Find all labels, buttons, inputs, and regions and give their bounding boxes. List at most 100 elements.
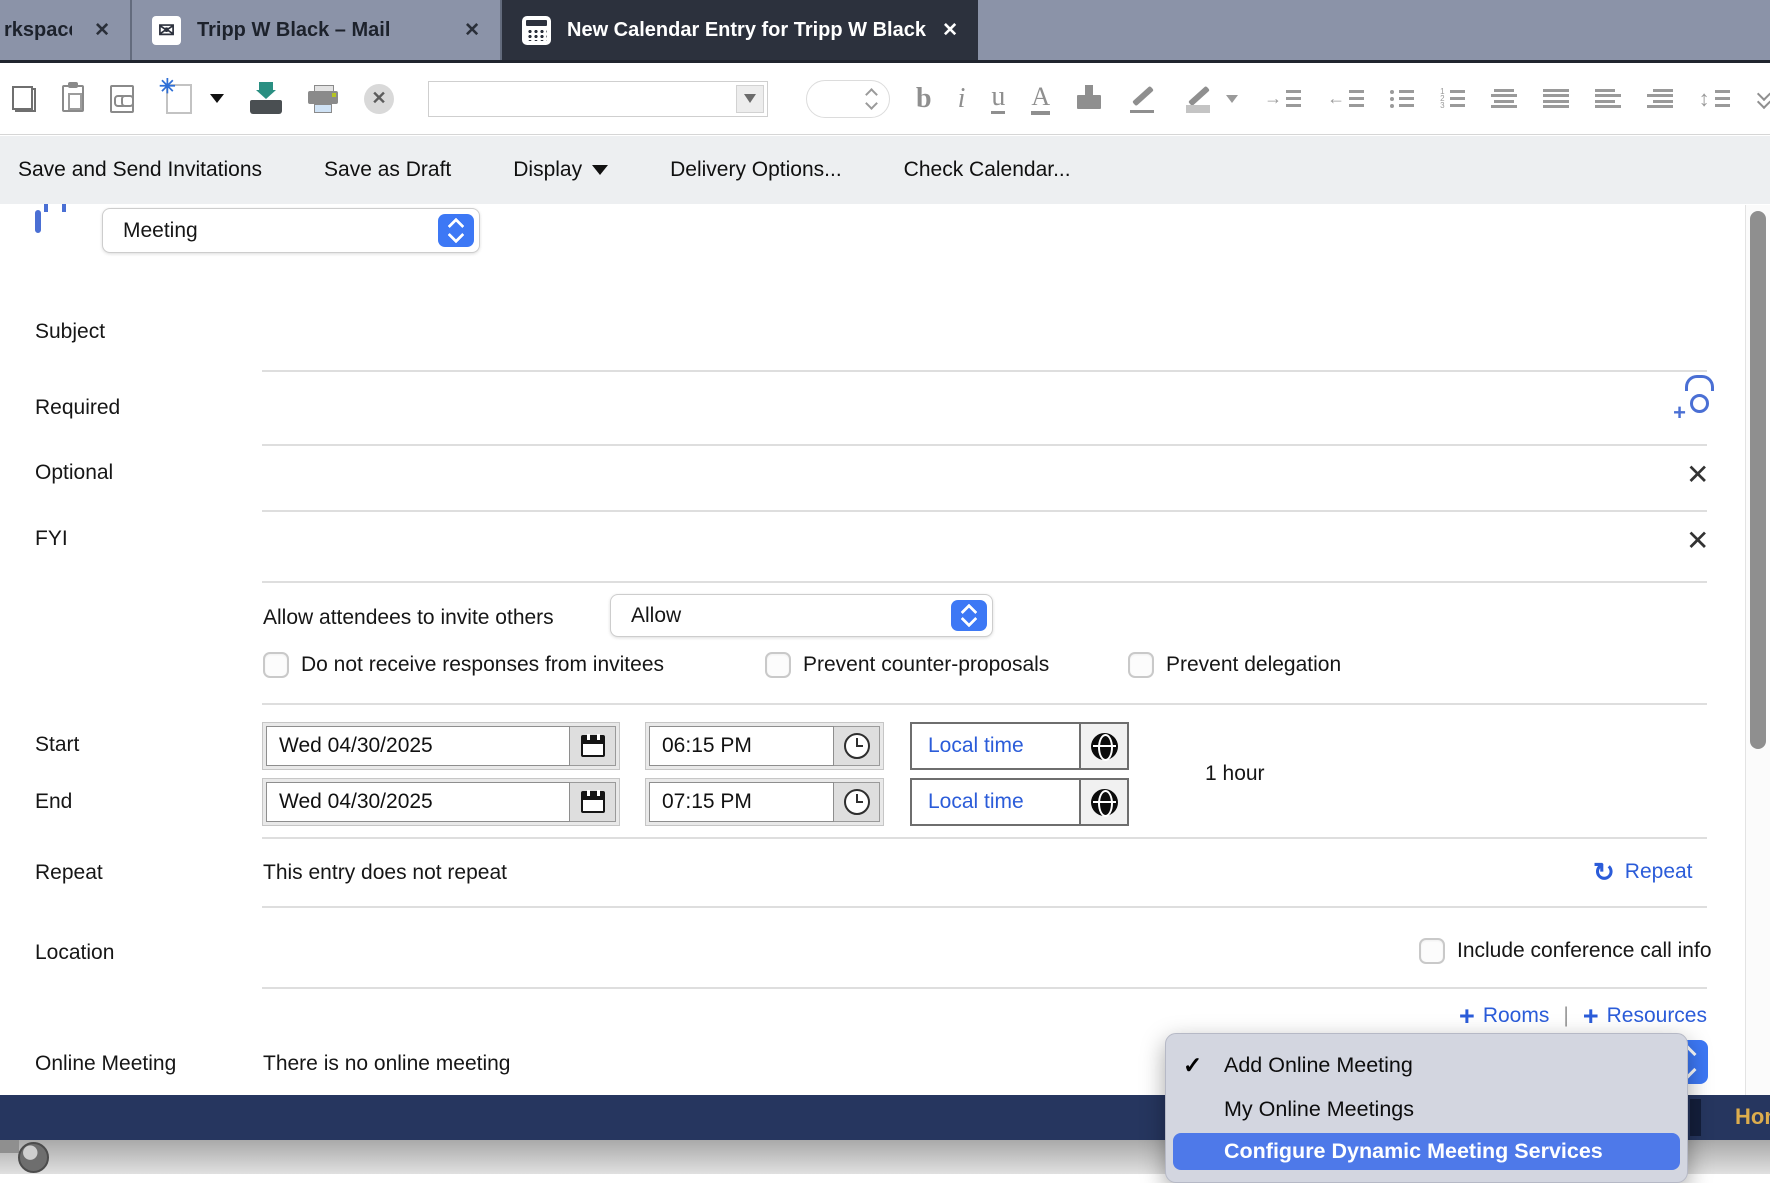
start-date-input[interactable]: Wed 04/30/2025 (266, 726, 570, 766)
fyi-label: FYI (35, 527, 68, 551)
home-link[interactable]: Hom (1735, 1104, 1770, 1130)
resources-label: Resources (1607, 1004, 1707, 1028)
save-as-draft-button[interactable]: Save as Draft (324, 158, 451, 182)
end-date-input[interactable]: Wed 04/30/2025 (266, 782, 570, 822)
online-meeting-popup-menu: ✓ Add Online Meeting My Online Meetings … (1165, 1033, 1688, 1183)
clear-fyi-icon[interactable]: ✕ (1686, 527, 1709, 555)
no-responses-checkbox[interactable] (263, 652, 289, 678)
entry-type-select[interactable]: Meeting (102, 208, 480, 253)
align-center-icon[interactable] (1491, 89, 1517, 109)
underline-icon[interactable]: u (991, 83, 1005, 114)
no-responses-label: Do not receive responses from invitees (301, 653, 664, 677)
start-label: Start (35, 733, 79, 757)
time-picker-icon[interactable] (834, 782, 880, 822)
optional-attendees-input[interactable] (262, 446, 1662, 510)
vertical-scrollbar[interactable] (1745, 205, 1770, 1095)
date-picker-icon[interactable] (570, 726, 616, 766)
save-and-send-button[interactable]: Save and Send Invitations (18, 158, 262, 182)
conference-call-label: Include conference call info (1457, 939, 1712, 963)
clear-optional-icon[interactable]: ✕ (1686, 461, 1709, 489)
date-picker-icon[interactable] (570, 782, 616, 822)
select-stepper-icon[interactable] (438, 214, 474, 247)
display-menu-button[interactable]: Display (513, 158, 608, 182)
fyi-attendees-input[interactable] (262, 512, 1662, 580)
end-timezone-value[interactable]: Local time (912, 780, 1079, 824)
pen-icon[interactable] (1128, 85, 1158, 113)
outdent-icon[interactable]: ← (1327, 88, 1364, 109)
end-time-group: 07:15 PM (645, 778, 884, 826)
online-meeting-label: Online Meeting (35, 1052, 176, 1076)
select-stepper-icon[interactable] (951, 600, 987, 631)
subject-input[interactable] (262, 300, 1707, 370)
plus-icon: + (1583, 1006, 1599, 1026)
divider (262, 837, 1707, 839)
new-document-dropdown-icon[interactable] (210, 94, 224, 103)
new-document-icon[interactable]: ✳ (166, 84, 192, 114)
prevent-counter-checkbox[interactable] (765, 652, 791, 678)
close-icon[interactable]: ✕ (94, 19, 110, 42)
close-icon[interactable]: ✕ (942, 19, 958, 42)
indent-icon[interactable]: → (1264, 88, 1301, 109)
bold-icon[interactable]: b (916, 85, 932, 113)
copy-icon[interactable] (12, 86, 36, 112)
tab-mail[interactable]: ✉ Tripp W Black – Mail ✕ (132, 0, 502, 60)
scrollbar-thumb[interactable] (1750, 211, 1766, 749)
font-name-combobox[interactable] (428, 81, 768, 117)
prevent-delegation-option: Prevent delegation (1128, 652, 1341, 678)
text-color-icon[interactable]: A (1031, 83, 1050, 115)
network-globe-icon[interactable] (18, 1142, 49, 1173)
tab-workspace[interactable]: rkspace ✕ (0, 0, 132, 60)
highlighter-dropdown-icon[interactable] (1226, 95, 1238, 103)
align-left-icon[interactable] (1595, 89, 1621, 109)
delete-icon[interactable]: ✕ (364, 84, 394, 114)
invite-others-select[interactable]: Allow (610, 594, 993, 637)
tab-new-calendar-entry[interactable]: New Calendar Entry for Tripp W Black ✕ (502, 0, 978, 60)
optional-label: Optional (35, 461, 113, 485)
delivery-options-label: Delivery Options... (670, 158, 842, 182)
bullet-list-icon[interactable] (1390, 90, 1414, 108)
line-spacing-icon[interactable]: ↕ (1699, 86, 1730, 112)
status-bar-stub (0, 1140, 19, 1153)
numbered-list-icon[interactable]: 1 2 3 (1440, 88, 1464, 109)
font-size-stepper[interactable] (806, 80, 890, 118)
form-action-bar: Save and Send Invitations Save as Draft … (0, 136, 1770, 204)
check-calendar-button[interactable]: Check Calendar... (904, 158, 1071, 182)
justify-icon[interactable] (1543, 89, 1569, 109)
divider (262, 703, 1707, 705)
entry-type-calendar-icon (35, 213, 41, 231)
plus-icon: + (1459, 1006, 1475, 1026)
highlighter-icon[interactable] (1184, 85, 1214, 113)
timezone-globe-icon[interactable] (1079, 780, 1127, 824)
rooms-resources-row: +Rooms | +Resources (1380, 1004, 1707, 1028)
italic-icon[interactable]: i (958, 85, 966, 113)
delivery-options-button[interactable]: Delivery Options... (670, 158, 842, 182)
prevent-delegation-checkbox[interactable] (1128, 652, 1154, 678)
required-attendees-input[interactable] (262, 372, 1662, 444)
timezone-globe-icon[interactable] (1079, 724, 1127, 768)
start-timezone-value[interactable]: Local time (912, 724, 1079, 768)
close-icon[interactable]: ✕ (464, 19, 480, 42)
end-time-input[interactable]: 07:15 PM (649, 782, 834, 822)
repeat-link[interactable]: ↻ Repeat (1593, 860, 1693, 884)
menu-item-label: Configure Dynamic Meeting Services (1224, 1139, 1603, 1164)
add-rooms-link[interactable]: +Rooms (1459, 1004, 1549, 1028)
conference-call-checkbox[interactable] (1419, 938, 1445, 964)
location-input[interactable] (262, 912, 1402, 986)
add-resources-link[interactable]: + Resources (1583, 1004, 1707, 1028)
menu-item-add-online-meeting[interactable]: ✓ Add Online Meeting (1166, 1043, 1687, 1087)
start-time-input[interactable]: 06:15 PM (649, 726, 834, 766)
paste-icon[interactable] (62, 85, 84, 112)
more-tools-icon[interactable] (1756, 87, 1770, 111)
format-paint-icon[interactable] (1076, 85, 1102, 113)
align-right-icon[interactable] (1647, 89, 1673, 109)
start-date-group: Wed 04/30/2025 (262, 722, 620, 770)
repeat-label: Repeat (35, 861, 103, 885)
invite-others-value: Allow (631, 604, 681, 628)
font-name-dropdown-icon[interactable] (736, 85, 764, 113)
menu-item-configure-dynamic-meeting-services[interactable]: Configure Dynamic Meeting Services (1173, 1133, 1680, 1170)
print-icon[interactable] (308, 85, 338, 113)
time-picker-icon[interactable] (834, 726, 880, 766)
permalink-icon[interactable] (110, 85, 134, 113)
save-icon[interactable] (250, 84, 282, 114)
menu-item-my-online-meetings[interactable]: My Online Meetings (1166, 1087, 1687, 1131)
